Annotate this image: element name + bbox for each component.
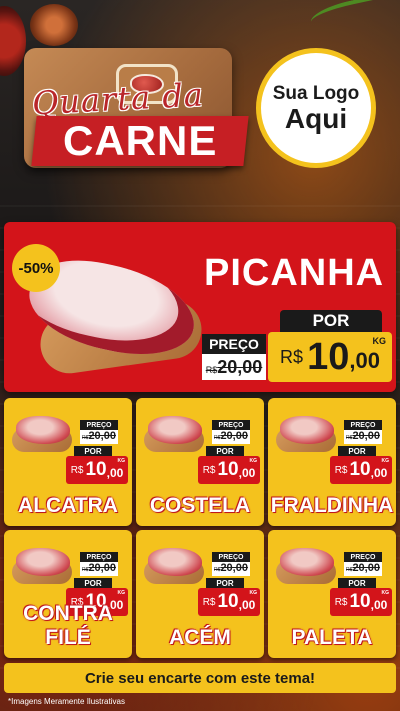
header: Quarta da CARNE Sua Logo Aqui (0, 0, 400, 220)
product-name: PICANHA (204, 252, 385, 294)
por-label: POR (280, 310, 382, 332)
old-price-value: 20,00 (220, 430, 248, 442)
new-price-int: 10 (85, 459, 107, 480)
preco-label: PREÇO (202, 334, 266, 354)
product-name: ALCATRA (18, 494, 118, 517)
por-label: POR (206, 578, 244, 588)
old-price: R$ 20,00 (344, 430, 382, 444)
new-price: R$ 10,00 KG (198, 588, 260, 616)
new-price: R$ 10,00 KG (66, 456, 128, 484)
disclaimer: *Imagens Meramente Ilustrativas (8, 697, 125, 706)
hero-card[interactable]: -50% PICANHA POR PREÇO R$ 20,00 R$ 10,00 K… (4, 222, 396, 392)
product-name: COSTELA (149, 494, 251, 517)
new-price-int: 10 (349, 459, 371, 480)
meat-image (280, 416, 334, 444)
product-name: ACÉM (169, 626, 231, 649)
por-label: POR (74, 446, 112, 456)
product-card[interactable]: PREÇO R$ 20,00 POR R$ 10,00 KG ACÉM (136, 530, 264, 658)
new-price-int: 10 (217, 591, 239, 612)
new-currency: R$ (202, 596, 216, 608)
sauce-bowl-image (0, 6, 26, 76)
old-price: R$ 20,00 (202, 354, 266, 380)
product-card[interactable]: PREÇO R$ 20,00 POR R$ 10,00 KG COSTELA (136, 398, 264, 526)
product-card[interactable]: PREÇO R$ 20,00 POR R$ 10,00 KG ALCATRA (4, 398, 132, 526)
new-price-int: 10 (307, 335, 350, 378)
old-price-value: 20,00 (220, 562, 248, 574)
old-price-value: 20,00 (352, 430, 380, 442)
product-card[interactable]: PREÇO R$ 20,00 POR R$ 10,00 KG PALETA (268, 530, 396, 658)
unit-label: KG (249, 590, 258, 596)
new-price-int: 10 (217, 459, 239, 480)
por-label: POR (338, 578, 376, 588)
logo-placeholder[interactable]: Sua Logo Aqui (256, 48, 376, 168)
product-name: FRALDINHA (270, 494, 394, 517)
old-price-value: 20,00 (88, 562, 116, 574)
new-currency: R$ (202, 464, 216, 476)
unit-label: KG (117, 590, 126, 596)
new-price-dec: ,00 (370, 465, 388, 480)
old-currency: R$ (205, 365, 218, 375)
new-price-int: 10 (349, 591, 371, 612)
por-label: POR (74, 578, 112, 588)
new-currency: R$ (280, 346, 304, 367)
preco-label: PREÇO (80, 420, 118, 430)
new-price-dec: ,00 (349, 348, 380, 373)
unit-label: KG (249, 458, 258, 464)
meat-image (148, 548, 202, 576)
meat-image (148, 416, 202, 444)
old-price-value: 20,00 (217, 357, 263, 377)
new-price-dec: ,00 (238, 465, 256, 480)
preco-label: PREÇO (344, 420, 382, 430)
new-price: R$ 10,00 KG (198, 456, 260, 484)
preco-label: PREÇO (344, 552, 382, 562)
preco-label: PREÇO (80, 552, 118, 562)
meat-image (16, 416, 70, 444)
new-price: R$ 10,00 KG (268, 332, 392, 382)
old-price: R$ 20,00 (80, 430, 118, 444)
product-card[interactable]: PREÇO R$ 20,00 POR R$ 10,00 KG CONTRA FILÉ (4, 530, 132, 658)
herb-decoration (308, 0, 400, 36)
new-currency: R$ (334, 464, 348, 476)
logo-line2: Aqui (284, 103, 348, 134)
new-price-dec: ,00 (238, 597, 256, 612)
unit-label: KG (372, 336, 387, 346)
unit-label: KG (381, 458, 390, 464)
product-name: PALETA (291, 626, 373, 649)
old-price: R$ 20,00 (344, 562, 382, 576)
onion-bowl-image (30, 4, 78, 46)
new-price-dec: ,00 (106, 465, 124, 480)
new-price-dec: ,00 (370, 597, 388, 612)
product-card[interactable]: PREÇO R$ 20,00 POR R$ 10,00 KG FRALDINHA (268, 398, 396, 526)
preco-label: PREÇO (212, 420, 250, 430)
unit-label: KG (117, 458, 126, 464)
meat-image (280, 548, 334, 576)
product-name: CONTRA FILÉ (23, 602, 113, 649)
title-main: CARNE (62, 117, 218, 164)
new-price: R$ 10,00 KG (330, 456, 392, 484)
old-price-value: 20,00 (88, 430, 116, 442)
title-banner: CARNE (31, 116, 249, 166)
cta-banner[interactable]: Crie seu encarte com este tema! (4, 663, 396, 693)
por-label: POR (206, 446, 244, 456)
preco-label: PREÇO (212, 552, 250, 562)
old-price: R$ 20,00 (212, 562, 250, 576)
old-price: R$ 20,00 (80, 562, 118, 576)
old-price-value: 20,00 (352, 562, 380, 574)
new-currency: R$ (70, 464, 84, 476)
discount-badge: -50% (12, 244, 60, 292)
por-label: POR (338, 446, 376, 456)
new-currency: R$ (334, 596, 348, 608)
new-price: R$ 10,00 KG (330, 588, 392, 616)
unit-label: KG (381, 590, 390, 596)
logo-line1: Sua Logo (272, 83, 360, 104)
old-price: R$ 20,00 (212, 430, 250, 444)
meat-image (16, 548, 70, 576)
